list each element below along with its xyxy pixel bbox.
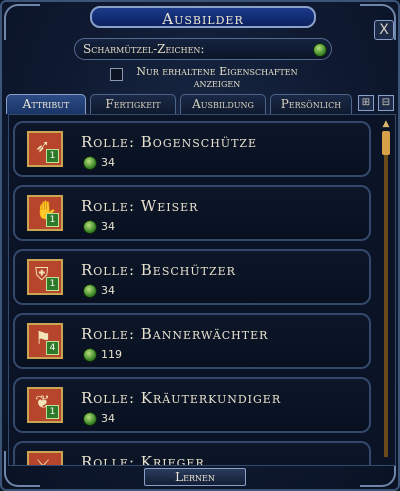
skirmish-mark-coin-icon bbox=[83, 156, 97, 170]
skirmish-mark-coin-icon bbox=[83, 284, 97, 298]
learn-button[interactable]: Lernen bbox=[144, 468, 246, 486]
rank-badge: 4 bbox=[46, 341, 59, 355]
scroll-thumb[interactable] bbox=[382, 131, 390, 155]
close-button[interactable]: X bbox=[374, 20, 394, 40]
rank-badge: 1 bbox=[46, 213, 59, 227]
tab-attribut[interactable]: Attribut bbox=[6, 94, 86, 114]
list-item[interactable]: ✋ 1 Rolle: Weiser 34 bbox=[13, 185, 371, 241]
scroll-up-arrow-icon[interactable]: ▲ bbox=[381, 119, 391, 129]
archer-icon: ➶ 1 bbox=[27, 131, 63, 167]
trait-title: Rolle: Beschützer bbox=[81, 261, 236, 279]
currency-label: Scharmützel-Zeichen: bbox=[83, 42, 205, 56]
protector-icon: ⛨ 1 bbox=[27, 259, 63, 295]
scroll-track[interactable] bbox=[384, 131, 388, 457]
trait-list: ➶ 1 Rolle: Bogenschütze 34 ✋ 1 Rolle: We… bbox=[8, 114, 396, 466]
skirmish-mark-coin-icon bbox=[83, 348, 97, 362]
cost-value: 34 bbox=[101, 412, 115, 425]
tab-persoenlich[interactable]: Persönlich bbox=[270, 94, 352, 114]
cost-value: 34 bbox=[101, 156, 115, 169]
scrollbar[interactable]: ▲ bbox=[381, 119, 391, 461]
trainer-window: Ausbilder X Scharmützel-Zeichen: Nur erh… bbox=[0, 0, 400, 491]
owned-traits-label: Nur erhaltene Eigenschaften anzeigen bbox=[136, 66, 298, 88]
trait-title: Rolle: Bannerwächter bbox=[81, 325, 269, 343]
cost-value: 34 bbox=[101, 220, 115, 233]
trait-title: Rolle: Bogenschütze bbox=[81, 133, 258, 151]
expand-icon[interactable]: ⊞ bbox=[358, 95, 374, 111]
trait-title: Rolle: Krieger bbox=[81, 453, 205, 466]
list-item[interactable]: ❦ 1 Rolle: Kräuterkundiger 34 bbox=[13, 377, 371, 433]
trait-cost: 34 bbox=[83, 156, 115, 170]
trait-cost: 34 bbox=[83, 284, 115, 298]
tab-fertigkeit[interactable]: Fertigkeit bbox=[90, 94, 176, 114]
warrior-icon: ⚔ bbox=[27, 451, 63, 465]
owned-traits-checkbox[interactable] bbox=[110, 68, 123, 81]
trait-title: Rolle: Kräuterkundiger bbox=[81, 389, 282, 407]
trait-title: Rolle: Weiser bbox=[81, 197, 199, 215]
window-title[interactable]: Ausbilder bbox=[90, 6, 316, 28]
trait-cost: 34 bbox=[83, 412, 115, 426]
frame-corner-decoration bbox=[4, 4, 40, 40]
herbalist-icon: ❦ 1 bbox=[27, 387, 63, 423]
list-item[interactable]: ➶ 1 Rolle: Bogenschütze 34 bbox=[13, 121, 371, 177]
skirmish-mark-coin-icon bbox=[313, 43, 327, 57]
tab-bar: Attribut Fertigkeit Ausbildung Persönlic… bbox=[6, 94, 398, 114]
sage-icon: ✋ 1 bbox=[27, 195, 63, 231]
cost-value: 34 bbox=[101, 284, 115, 297]
skirmish-mark-coin-icon bbox=[83, 412, 97, 426]
collapse-icon[interactable]: ⊟ bbox=[378, 95, 394, 111]
tab-ausbildung[interactable]: Ausbildung bbox=[180, 94, 266, 114]
list-item[interactable]: ⚔ Rolle: Krieger bbox=[13, 441, 371, 466]
banner-icon: ⚑ 4 bbox=[27, 323, 63, 359]
currency-display: Scharmützel-Zeichen: bbox=[74, 38, 332, 60]
list-item[interactable]: ⚑ 4 Rolle: Bannerwächter 119 bbox=[13, 313, 371, 369]
list-item[interactable]: ⛨ 1 Rolle: Beschützer 34 bbox=[13, 249, 371, 305]
trait-cost: 34 bbox=[83, 220, 115, 234]
rank-badge: 1 bbox=[46, 149, 59, 163]
rank-badge: 1 bbox=[46, 405, 59, 419]
rank-badge: 1 bbox=[46, 277, 59, 291]
skirmish-mark-coin-icon bbox=[83, 220, 97, 234]
trait-cost: 119 bbox=[83, 348, 122, 362]
cost-value: 119 bbox=[101, 348, 122, 361]
